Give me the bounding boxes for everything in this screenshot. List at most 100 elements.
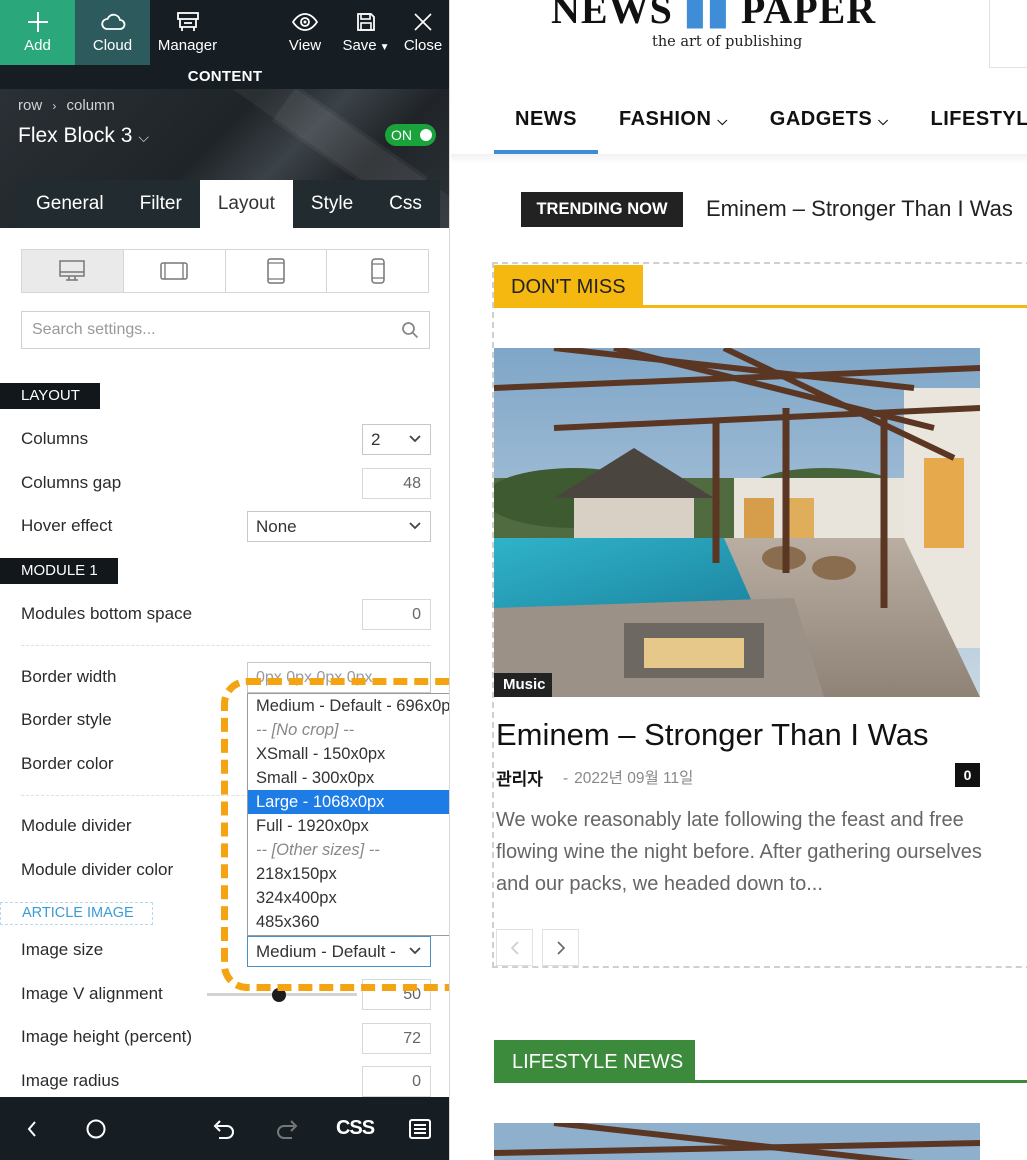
tablet-portrait-icon	[267, 258, 285, 284]
cloud-button[interactable]: Cloud	[75, 0, 150, 65]
view-button[interactable]: View	[270, 0, 340, 65]
logo-paper: PAPER	[740, 0, 877, 32]
back-button[interactable]	[12, 1097, 52, 1160]
section-article-image: ARTICLE IMAGE	[0, 902, 153, 925]
article-image[interactable]	[494, 348, 980, 697]
border-width-input[interactable]: 0px 0px 0px 0px	[247, 662, 431, 693]
article-author[interactable]: 관리자	[496, 765, 543, 790]
menu-item-gadgets[interactable]: GADGETS ⌵	[749, 96, 910, 154]
lifestyle-news-title: LIFESTYLE NEWS	[494, 1040, 695, 1083]
home-button[interactable]	[76, 1097, 116, 1160]
page-preview: NEWS ▮▮ PAPER the art of publishing NEWS…	[451, 0, 1027, 1160]
logo-mark-icon: ▮▮	[683, 0, 730, 32]
cloud-icon	[75, 10, 150, 34]
image-radius-input[interactable]: 0	[362, 1066, 431, 1097]
article-date: -2022년 09월 11일	[563, 766, 693, 788]
layers-button[interactable]	[400, 1097, 440, 1160]
article-title[interactable]: Eminem – Stronger Than I Was	[496, 717, 928, 753]
search-icon[interactable]	[401, 321, 419, 339]
save-label: Save	[342, 37, 377, 54]
columns-select[interactable]: 2	[362, 424, 431, 455]
image-size-select[interactable]: Medium - Default -	[247, 936, 431, 967]
device-desktop-button[interactable]	[22, 250, 124, 292]
breadcrumb-row[interactable]: row	[18, 97, 42, 114]
manager-icon	[150, 10, 225, 34]
image-v-alignment-input[interactable]: 50	[362, 979, 431, 1010]
undo-button[interactable]	[203, 1097, 243, 1160]
modules-bottom-space-input[interactable]: 0	[362, 599, 431, 630]
eye-icon	[270, 10, 340, 34]
dropdown-option[interactable]: XSmall - 150x0px	[248, 742, 449, 766]
redo-icon	[277, 1119, 298, 1139]
menu-label: GADGETS	[769, 108, 873, 130]
block-title-text: Flex Block 3	[18, 124, 133, 147]
dropdown-option[interactable]: Small - 300x0px	[248, 766, 449, 790]
next-page-button[interactable]	[542, 929, 579, 966]
dropdown-option[interactable]: Large - 1068x0px	[248, 790, 449, 814]
border-color-label: Border color	[21, 754, 114, 773]
device-tablet-portrait-button[interactable]	[226, 250, 328, 292]
modules-bottom-space-label: Modules bottom space	[21, 604, 193, 623]
chevron-left-icon	[510, 940, 519, 955]
dropdown-option[interactable]: 485x360	[248, 910, 449, 934]
menu-item-fashion[interactable]: FASHION ⌵	[598, 96, 749, 154]
close-icon	[396, 10, 449, 34]
settings-tabs: General Filter Layout Style Css	[18, 180, 440, 228]
menu-item-news[interactable]: NEWS	[494, 96, 598, 154]
close-button[interactable]: Close	[396, 0, 449, 65]
logo-news: NEWS	[551, 0, 673, 32]
block-title[interactable]: Flex Block 3 ⌵	[18, 124, 149, 148]
category-tag[interactable]: Music	[494, 673, 552, 697]
hover-effect-select[interactable]: None	[247, 511, 431, 542]
tab-layout[interactable]: Layout	[199, 180, 293, 228]
home-icon	[86, 1119, 106, 1138]
image-size-value: Medium - Default -	[256, 942, 396, 961]
site-logo[interactable]: NEWS ▮▮ PAPER	[551, 0, 876, 33]
tab-style[interactable]: Style	[292, 180, 372, 228]
manager-label: Manager	[157, 37, 218, 54]
prev-page-button[interactable]	[496, 929, 533, 966]
manager-button[interactable]: Manager	[150, 0, 225, 65]
tab-general[interactable]: General	[18, 180, 122, 228]
menu-item-lifestyle[interactable]: LIFESTYLE	[910, 96, 1027, 154]
menu-label: FASHION	[619, 108, 712, 130]
slider-handle[interactable]	[272, 988, 286, 1002]
device-tablet-landscape-button[interactable]	[124, 250, 226, 292]
layers-icon	[409, 1118, 431, 1139]
dropdown-group-label: -- [No crop] --	[256, 721, 355, 739]
tablet-landscape-icon	[160, 262, 188, 280]
image-height-input[interactable]: 72	[362, 1023, 431, 1054]
hover-effect-value: None	[256, 517, 297, 536]
trending-article-link[interactable]: Eminem – Stronger Than I Was	[706, 196, 1013, 222]
add-label: Add	[24, 37, 51, 54]
menu-label: LIFESTYLE	[930, 108, 1027, 130]
breadcrumb-column[interactable]: column	[67, 97, 115, 114]
desktop-icon	[59, 260, 86, 281]
columns-gap-input[interactable]: 48	[362, 468, 431, 499]
divider	[21, 645, 430, 646]
tab-filter[interactable]: Filter	[121, 180, 200, 228]
block-on-toggle[interactable]: ON	[385, 124, 436, 146]
save-button[interactable]: Save ▼	[338, 0, 394, 65]
hover-effect-label: Hover effect	[21, 516, 113, 535]
comment-count[interactable]: 0	[955, 763, 980, 787]
bottom-toolbar: CSS	[0, 1097, 449, 1160]
dropdown-option[interactable]: Medium - Default - 696x0px	[248, 694, 449, 718]
dropdown-option[interactable]: 324x400px	[248, 886, 449, 910]
editor-panel: Add Cloud Manager View Save ▼ Close CONT…	[0, 0, 450, 1160]
breadcrumb: row › column	[18, 97, 115, 114]
tab-css[interactable]: Css	[371, 180, 440, 228]
device-switcher	[21, 249, 429, 293]
cloud-label: Cloud	[92, 37, 133, 54]
dropdown-option[interactable]: Full - 1920x0px	[248, 814, 449, 838]
dropdown-option[interactable]: 218x150px	[248, 862, 449, 886]
columns-label: Columns	[21, 429, 89, 448]
add-button[interactable]: Add	[0, 0, 75, 65]
article-image[interactable]	[494, 1123, 980, 1160]
chevron-down-icon: ⌵	[138, 129, 149, 145]
device-phone-button[interactable]	[327, 250, 428, 292]
css-button[interactable]: CSS	[330, 1097, 380, 1160]
redo-button[interactable]	[268, 1097, 308, 1160]
search-input[interactable]	[22, 312, 392, 348]
settings-search	[21, 311, 430, 349]
